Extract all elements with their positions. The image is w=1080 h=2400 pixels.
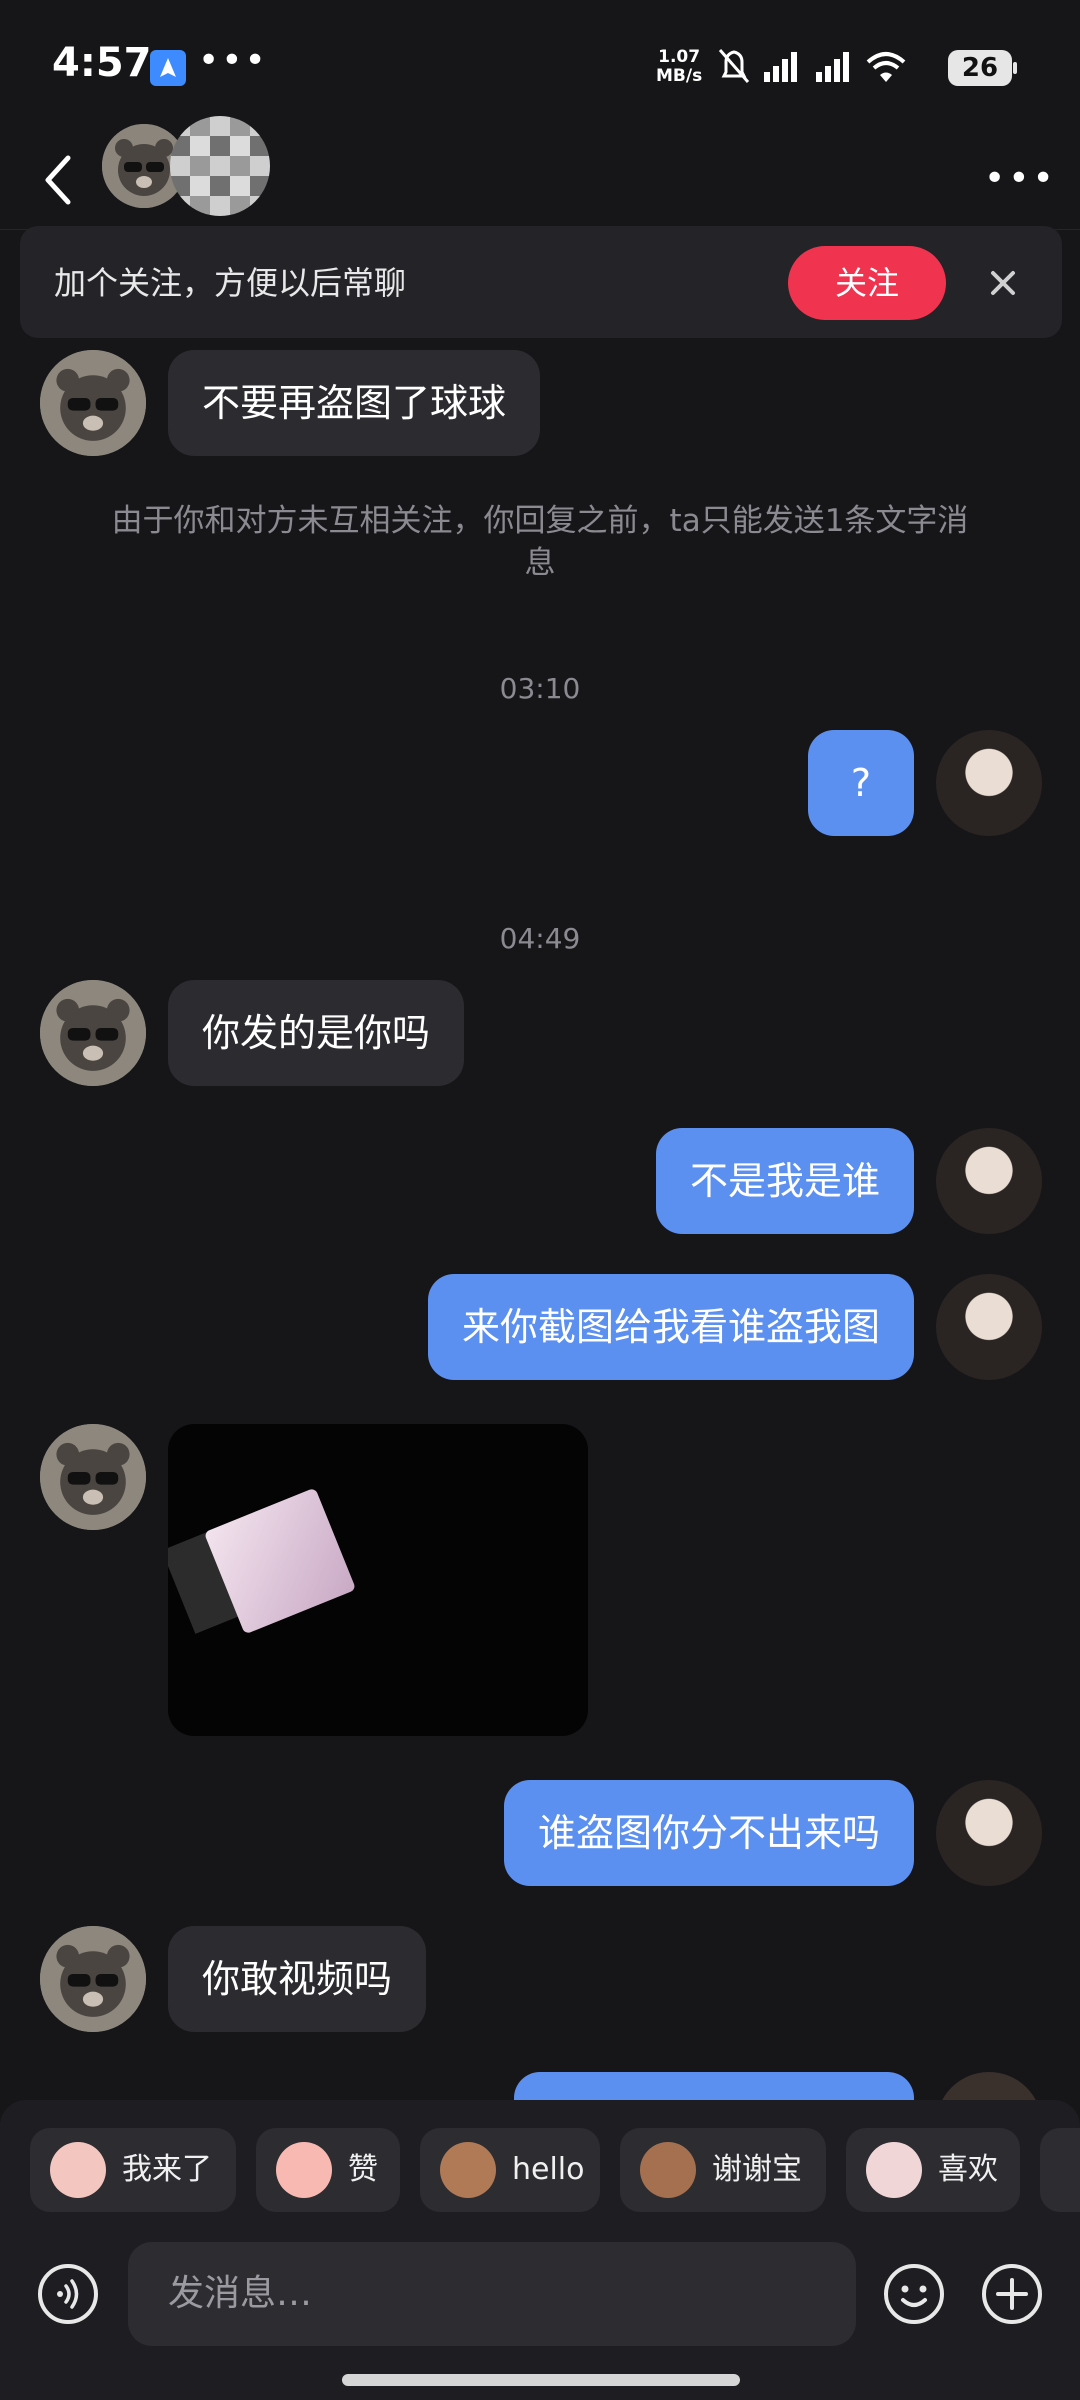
quick-reply-chip[interactable]: 喜欢	[846, 2128, 1020, 2212]
signal-icon	[764, 52, 797, 82]
incoming-avatar[interactable]	[40, 350, 146, 456]
message-timestamp: 03:10	[499, 672, 581, 705]
contact-avatar-blurred[interactable]	[170, 116, 270, 216]
quick-reply-label: 我来了	[122, 2152, 212, 2187]
quick-reply-label: hello	[512, 2152, 585, 2187]
message-timestamp: 04:49	[499, 922, 581, 955]
quick-reply-label: 赞	[348, 2152, 378, 2187]
network-speed: 1.07 MB/s	[656, 48, 702, 86]
voice-icon	[38, 2264, 98, 2324]
follow-suggestion-banner: 加个关注，方便以后常聊 关注	[20, 226, 1062, 338]
status-time: 4:57	[52, 40, 152, 86]
battery-icon: 26	[948, 50, 1012, 86]
navigation-app-icon	[150, 50, 186, 86]
system-note: 由于你和对方未互相关注，你回复之前，ta只能发送1条文字消息	[111, 503, 969, 581]
emoji-button[interactable]	[882, 2262, 946, 2326]
message-bubble-outgoing[interactable]: 不是我是谁	[655, 1128, 914, 1234]
quick-reply-chip-partial[interactable]	[1040, 2128, 1080, 2212]
follow-banner-text: 加个关注，方便以后常聊	[54, 264, 407, 302]
chevron-left-icon	[45, 155, 71, 205]
incoming-avatar[interactable]	[40, 980, 146, 1086]
back-button[interactable]	[36, 144, 84, 216]
status-more-icon: •••	[198, 40, 268, 81]
close-banner-button[interactable]	[976, 256, 1030, 310]
image-message[interactable]	[168, 1424, 588, 1736]
voice-input-button[interactable]	[36, 2262, 100, 2326]
sticker-face-icon	[50, 2142, 106, 2198]
quick-reply-chip[interactable]: 谢谢宝	[620, 2128, 826, 2212]
close-icon	[991, 271, 1015, 295]
message-bubble-incoming[interactable]: 不要再盗图了球球	[168, 350, 541, 456]
status-icons	[718, 49, 906, 83]
message-bubble-outgoing[interactable]: 谁盗图你分不出来吗	[503, 1780, 914, 1886]
home-indicator[interactable]	[342, 2374, 740, 2386]
network-speed-value: 1.07	[658, 47, 701, 67]
sticker-heart-icon	[866, 2142, 922, 2198]
message-bubble-outgoing[interactable]: ?	[808, 730, 914, 836]
quick-reply-row: 我来了 赞 hello 谢谢宝 喜欢	[0, 2128, 1080, 2212]
status-bar: 4:57 ••• 1.07 MB/s 26	[0, 0, 1080, 130]
self-avatar[interactable]	[936, 1780, 1042, 1886]
self-avatar[interactable]	[936, 730, 1042, 836]
message-input[interactable]: 发消息…	[128, 2242, 856, 2346]
plus-icon	[982, 2264, 1042, 2324]
message-bubble-incoming[interactable]: 你敢视频吗	[168, 1926, 427, 2032]
message-bubble-incoming[interactable]: 你发的是你吗	[168, 980, 465, 1086]
sticker-thumbs-icon	[276, 2142, 332, 2198]
smiley-icon	[884, 2264, 944, 2324]
mute-bell-icon	[718, 49, 750, 83]
incoming-avatar[interactable]	[40, 1926, 146, 2032]
signal-icon-2	[816, 52, 849, 82]
bear-avatar-icon	[40, 1926, 146, 2032]
sticker-monkey-icon	[440, 2142, 496, 2198]
battery-tip	[1013, 62, 1017, 74]
self-avatar[interactable]	[936, 1274, 1042, 1380]
quick-reply-chip[interactable]: hello	[420, 2128, 600, 2212]
incoming-avatar[interactable]	[40, 1424, 146, 1530]
follow-button[interactable]: 关注	[788, 246, 946, 320]
wifi-icon	[866, 52, 906, 82]
quick-reply-label: 谢谢宝	[712, 2152, 802, 2187]
self-avatar[interactable]	[936, 1128, 1042, 1234]
quick-reply-chip[interactable]: 赞	[256, 2128, 400, 2212]
bear-avatar-icon	[40, 350, 146, 456]
message-bubble-outgoing[interactable]: 来你截图给我看谁盗我图	[427, 1274, 914, 1380]
quick-reply-label: 喜欢	[938, 2152, 998, 2187]
network-speed-unit: MB/s	[656, 66, 703, 86]
more-options-icon[interactable]: •••	[984, 158, 1057, 199]
sticker-monkey-flower-icon	[640, 2142, 696, 2198]
more-actions-button[interactable]	[980, 2262, 1044, 2326]
quick-reply-chip[interactable]: 我来了	[30, 2128, 236, 2212]
bear-avatar-icon	[40, 1424, 146, 1530]
bear-avatar-icon	[40, 980, 146, 1086]
